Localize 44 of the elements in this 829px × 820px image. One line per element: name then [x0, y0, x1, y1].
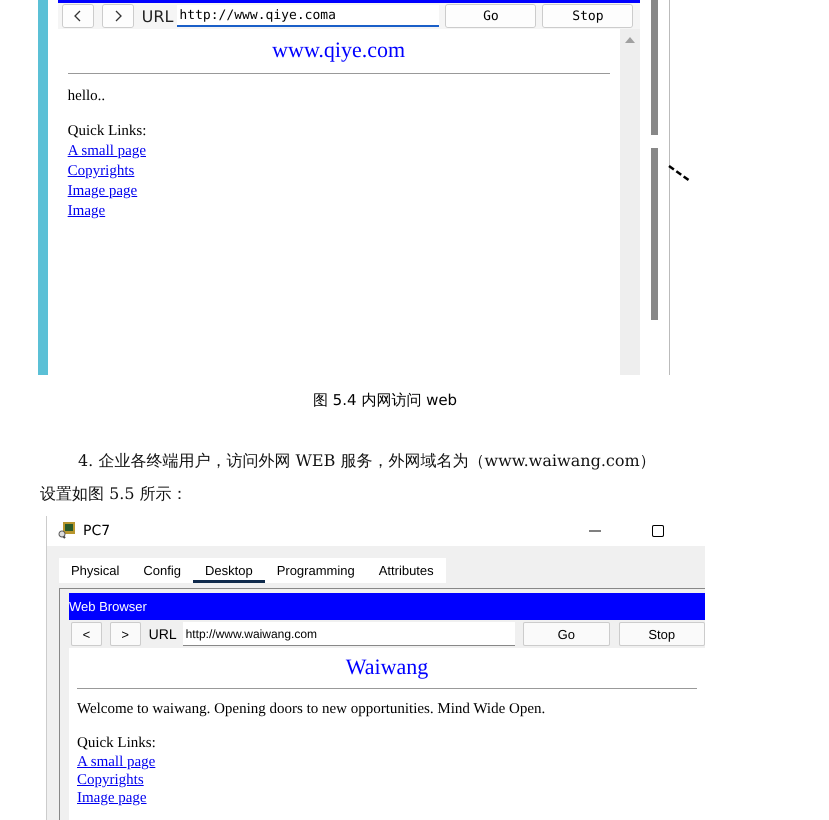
- page-text: Welcome to waiwang. Opening doors to new opportunities. Mind Wide Open.: [77, 700, 546, 719]
- page-link[interactable]: A small page: [77, 753, 156, 771]
- page-heading: Waiwang: [344, 654, 430, 680]
- forward-icon: [114, 10, 122, 22]
- stop-button[interactable]: Stop: [618, 622, 705, 646]
- paragraph-line: 设置如图 5.5 所示：: [39, 484, 189, 504]
- forward-button[interactable]: [102, 4, 134, 28]
- url-label: URL: [148, 626, 177, 642]
- page-link[interactable]: Copyrights: [77, 771, 144, 789]
- links-heading: Quick Links:: [68, 122, 148, 141]
- maximize-icon[interactable]: [651, 524, 665, 538]
- links-heading: Quick Links:: [77, 734, 157, 753]
- tab[interactable]: Desktop: [193, 558, 265, 583]
- page-link[interactable]: Copyrights: [68, 161, 134, 181]
- url-field[interactable]: http://www.qiye.coma: [177, 5, 440, 27]
- go-button[interactable]: Go: [445, 4, 536, 28]
- page-link[interactable]: A small page: [68, 141, 146, 161]
- figure-caption: 图 5.4 内网访问 web: [312, 391, 458, 411]
- page-link[interactable]: Image page: [77, 789, 147, 807]
- app-title: Web Browser: [69, 599, 147, 614]
- tab[interactable]: Config: [131, 558, 193, 583]
- computer-icon: [57, 521, 77, 541]
- forward-button[interactable]: >: [110, 622, 141, 646]
- scrollbar-thumb[interactable]: [650, 148, 658, 320]
- scrollbar[interactable]: [620, 29, 640, 375]
- tab[interactable]: Physical: [59, 558, 132, 583]
- window-title: PC7: [83, 523, 110, 539]
- back-icon: [74, 10, 82, 22]
- back-button[interactable]: <: [71, 622, 102, 646]
- go-button[interactable]: Go: [523, 622, 610, 646]
- page-text: hello..: [68, 87, 106, 106]
- url-field[interactable]: http://www.waiwang.com: [182, 622, 516, 646]
- back-button[interactable]: [62, 4, 94, 28]
- scrollbar-thumb[interactable]: [650, 0, 658, 135]
- page-link[interactable]: Image page: [68, 181, 138, 201]
- page-link[interactable]: Image: [68, 201, 106, 221]
- scroll-up-icon: [624, 36, 636, 44]
- url-label: URL: [142, 6, 174, 26]
- tab[interactable]: Attributes: [366, 558, 446, 583]
- stop-button[interactable]: Stop: [542, 4, 634, 28]
- dashed-line-drawing: [668, 165, 692, 183]
- page-heading: www.qiye.com: [271, 37, 406, 63]
- paragraph-line: 4. 企业各终端用户，访问外网 WEB 服务，外网域名为（www.waiwang.com）: [77, 451, 657, 471]
- tab[interactable]: Programming: [264, 558, 367, 583]
